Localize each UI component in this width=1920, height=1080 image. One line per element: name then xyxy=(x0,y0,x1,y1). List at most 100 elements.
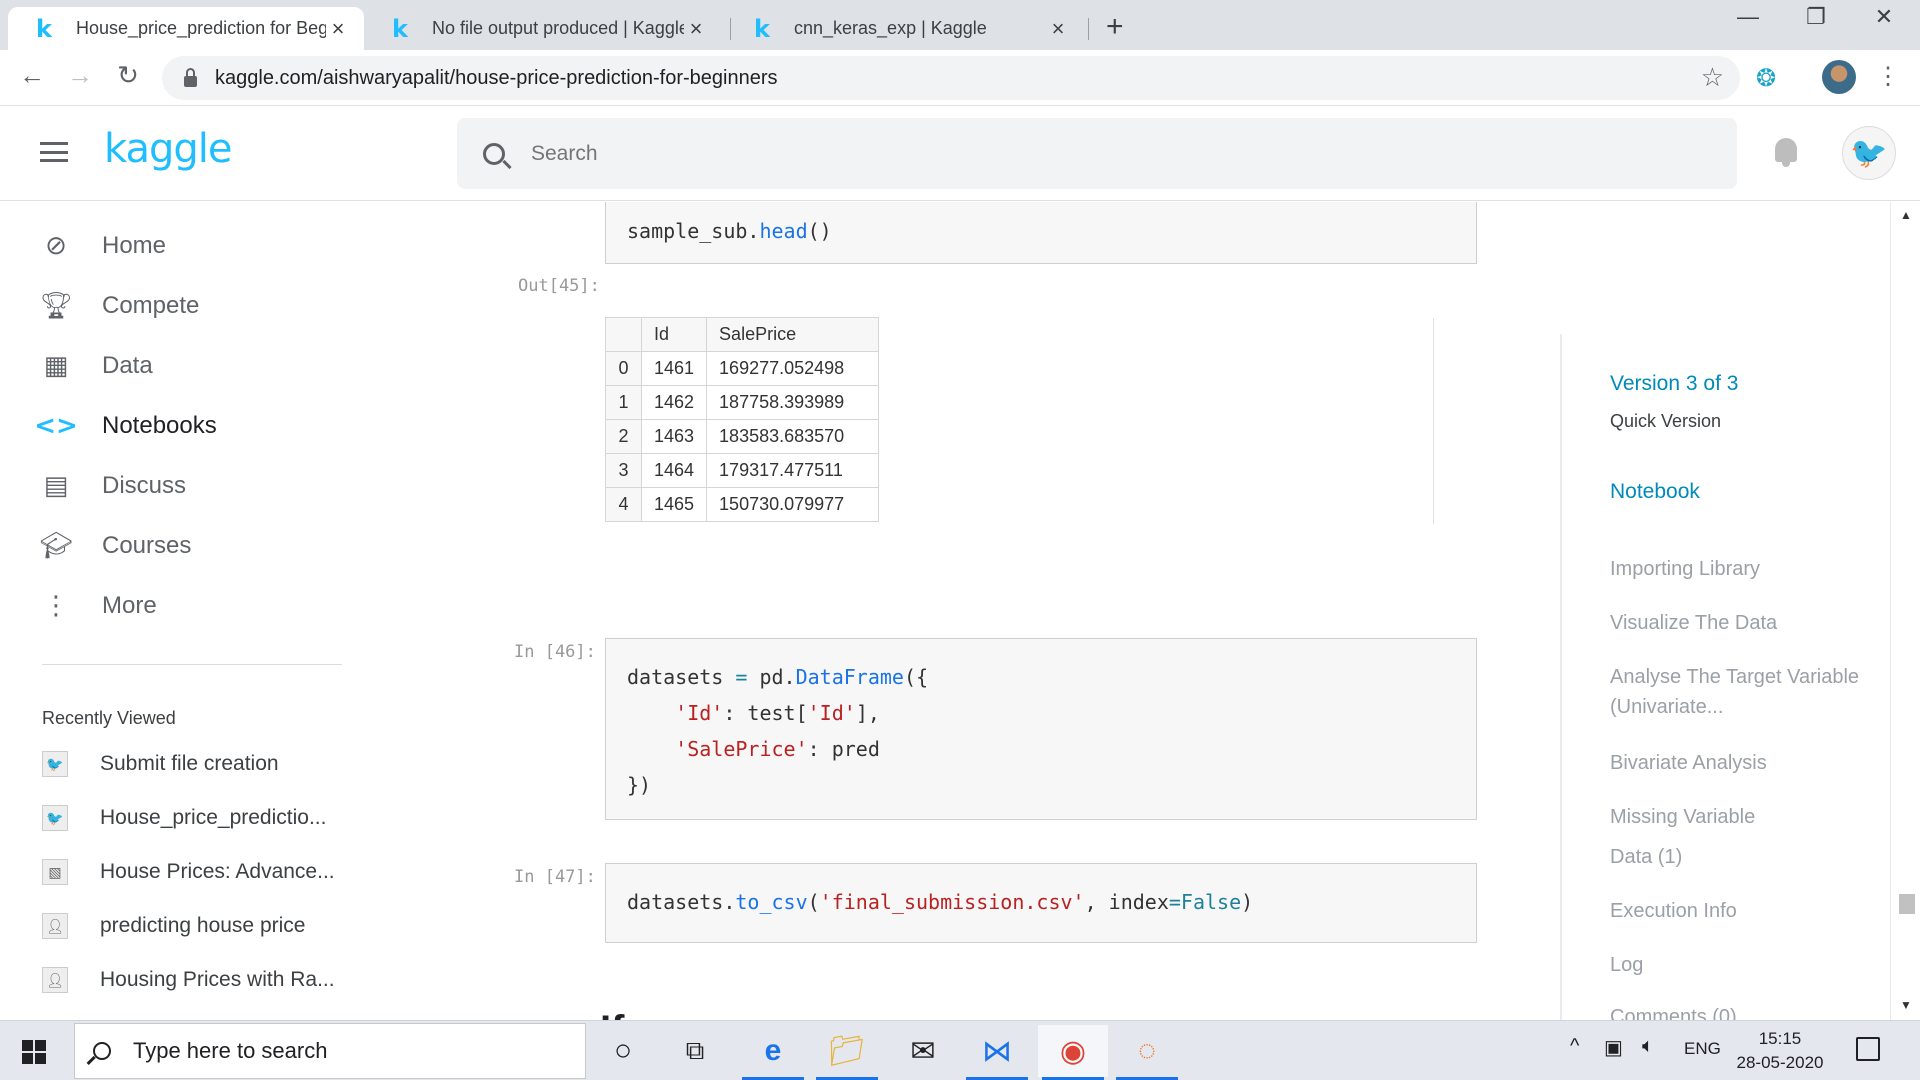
toc-item[interactable]: Log xyxy=(1610,950,1880,980)
close-window-icon[interactable]: ✕ xyxy=(1854,4,1914,30)
code-text: sample_sub.head() xyxy=(627,219,832,243)
table-cell: 1463 xyxy=(640,419,708,454)
forward-icon[interactable]: → xyxy=(62,60,98,91)
taskbar-clock[interactable]: 15:15 28-05-2020 xyxy=(1730,1027,1830,1075)
restore-icon[interactable]: ❐ xyxy=(1786,4,1846,30)
browser-tab-no-file-output[interactable]: k No file output produced | Kaggle × xyxy=(364,7,722,50)
profile-avatar[interactable] xyxy=(1822,60,1856,94)
edge-icon[interactable]: e xyxy=(738,1025,808,1080)
scroll-up-icon[interactable]: ▲ xyxy=(1900,208,1912,222)
vscode-icon[interactable]: ⋈ xyxy=(962,1025,1032,1080)
quick-version-label: Quick Version xyxy=(1610,411,1722,431)
cortana-icon[interactable]: ○ xyxy=(588,1025,658,1077)
network-icon[interactable]: ▣ xyxy=(1604,1035,1623,1060)
taskbar-search-placeholder: Type here to search xyxy=(133,1038,328,1063)
windows-start-icon[interactable] xyxy=(22,1040,46,1064)
toc-item[interactable]: Visualize The Data xyxy=(1610,608,1880,638)
recent-item-label: House_price_predictio... xyxy=(100,806,327,829)
recent-item[interactable]: ▧ House Prices: Advance... xyxy=(42,857,335,887)
address-bar[interactable]: kaggle.com/aishwaryapalit/house-price-pr… xyxy=(162,56,1740,100)
clock-date: 28-05-2020 xyxy=(1736,1053,1824,1072)
table-row: 1 1462 187758.393989 xyxy=(605,385,880,420)
jupyter-icon[interactable]: ◌ xyxy=(1112,1025,1182,1080)
nav-courses[interactable]: 🎓︎ Courses xyxy=(39,526,192,566)
toc-item[interactable]: Missing Variable xyxy=(1610,802,1880,832)
nav-notebooks[interactable]: <> Notebooks xyxy=(34,406,217,446)
browser-menu-icon[interactable]: ⋮ xyxy=(1876,62,1900,91)
nav-discuss[interactable]: ▤ Discuss xyxy=(40,466,186,506)
new-tab-icon[interactable]: + xyxy=(1106,10,1124,44)
close-tab-icon[interactable]: × xyxy=(684,16,708,42)
url-text[interactable]: kaggle.com/aishwaryapalit/house-price-pr… xyxy=(215,67,778,90)
toc-item[interactable]: Analyse The Target Variable (Univariate.… xyxy=(1610,662,1880,722)
action-center-icon[interactable] xyxy=(1856,1037,1880,1061)
recent-item[interactable]: 👤︎ predicting house price xyxy=(42,911,305,941)
browser-tab-house-price[interactable]: k House_price_prediction for Begin × xyxy=(8,7,364,50)
table-cell: 1465 xyxy=(640,487,708,522)
extension-icon[interactable]: ❂ xyxy=(1756,64,1776,93)
search-icon xyxy=(483,142,505,165)
minimize-icon[interactable]: — xyxy=(1718,4,1778,30)
notebook-content: sample_sub.head() Out[45]: Id SalePrice … xyxy=(360,202,1560,1020)
recent-item[interactable]: 🐦 Submit file creation xyxy=(42,749,279,779)
recent-item-label: Housing Prices with Ra... xyxy=(100,968,335,991)
version-link[interactable]: Version 3 of 3 xyxy=(1610,372,1738,396)
scroll-thumb[interactable] xyxy=(1899,894,1915,914)
graduation-cap-icon: 🎓︎ xyxy=(39,531,73,561)
nav-home[interactable]: ⊘ Home xyxy=(40,226,166,266)
table-row: 4 1465 150730.079977 xyxy=(605,487,880,522)
scroll-down-icon[interactable]: ▼ xyxy=(1900,998,1912,1012)
kaggle-favicon-icon: k xyxy=(392,14,408,43)
nav-data[interactable]: ▦ Data xyxy=(40,346,153,386)
chrome-icon[interactable]: ◉ xyxy=(1038,1025,1108,1080)
search-input[interactable] xyxy=(531,141,1631,166)
table-row: 0 1461 169277.052498 xyxy=(605,351,880,386)
page-scrollbar[interactable]: ▲ ▼ xyxy=(1890,202,1920,1020)
task-view-icon[interactable]: ⧉ xyxy=(660,1025,730,1077)
table-cell: 0 xyxy=(605,351,642,386)
table-cell: 4 xyxy=(605,487,642,522)
bookmark-star-icon[interactable]: ☆ xyxy=(1701,62,1724,93)
toc-item[interactable]: Bivariate Analysis xyxy=(1610,748,1880,778)
table-cell: 1 xyxy=(605,385,642,420)
code-cell-46[interactable]: datasets = pd.DataFrame({ 'Id': test['Id… xyxy=(605,638,1477,820)
reload-icon[interactable]: ↻ xyxy=(110,60,146,91)
discussion-icon: ▤ xyxy=(43,471,69,501)
code-cell-47[interactable]: datasets.to_csv('final_submission.csv', … xyxy=(605,863,1477,943)
user-avatar[interactable]: 🐦 xyxy=(1842,126,1896,180)
close-tab-icon[interactable]: × xyxy=(326,16,350,42)
taskbar-search[interactable]: Type here to search xyxy=(74,1023,586,1079)
browser-toolbar: ← → ↻ kaggle.com/aishwaryapalit/house-pr… xyxy=(0,50,1920,106)
kaggle-header: kaggle 🐦 xyxy=(0,106,1920,201)
recent-item[interactable]: 👤︎ Housing Prices with Ra... xyxy=(42,965,335,995)
toc-item[interactable]: Importing Library xyxy=(1610,554,1880,584)
tab-separator xyxy=(1088,18,1089,40)
site-search[interactable] xyxy=(457,118,1737,189)
table-cell: 150730.079977 xyxy=(706,487,880,522)
toc-item[interactable]: Data (1) xyxy=(1610,842,1880,872)
browser-tab-cnn-keras[interactable]: k cnn_keras_exp | Kaggle × xyxy=(726,7,1084,50)
table-of-contents: Version 3 of 3 Quick Version Notebook Im… xyxy=(1560,202,1890,1020)
volume-icon[interactable]: 🔈︎ xyxy=(1642,1035,1654,1058)
back-icon[interactable]: ← xyxy=(14,60,50,91)
code-text: datasets.to_csv('final_submission.csv', … xyxy=(627,890,1254,914)
nav-more[interactable]: ⋮ More xyxy=(40,586,157,626)
nav-label: Notebooks xyxy=(102,412,217,439)
nav-label: Courses xyxy=(102,532,192,559)
input-prompt: In [47]: xyxy=(514,867,596,887)
toc-item[interactable]: Comments (0) xyxy=(1610,1002,1880,1020)
tray-chevron-up-icon[interactable]: ^ xyxy=(1570,1035,1579,1058)
code-cell-45[interactable]: sample_sub.head() xyxy=(605,202,1477,264)
file-explorer-icon[interactable]: 📁︎ xyxy=(812,1025,882,1080)
nav-compete[interactable]: 🏆︎ Compete xyxy=(40,286,200,326)
kaggle-logo[interactable]: kaggle xyxy=(104,126,232,172)
mail-icon[interactable]: ✉ xyxy=(888,1025,958,1077)
table-cell: 187758.393989 xyxy=(706,385,880,420)
recent-item[interactable]: 🐦 House_price_predictio... xyxy=(42,803,326,833)
language-indicator[interactable]: ENG xyxy=(1684,1039,1721,1059)
notifications-bell-icon[interactable] xyxy=(1772,136,1800,168)
close-tab-icon[interactable]: × xyxy=(1046,16,1070,42)
toc-notebook-link[interactable]: Notebook xyxy=(1610,480,1700,504)
toc-item[interactable]: Execution Info xyxy=(1610,896,1880,926)
hamburger-menu-icon[interactable] xyxy=(40,142,68,162)
